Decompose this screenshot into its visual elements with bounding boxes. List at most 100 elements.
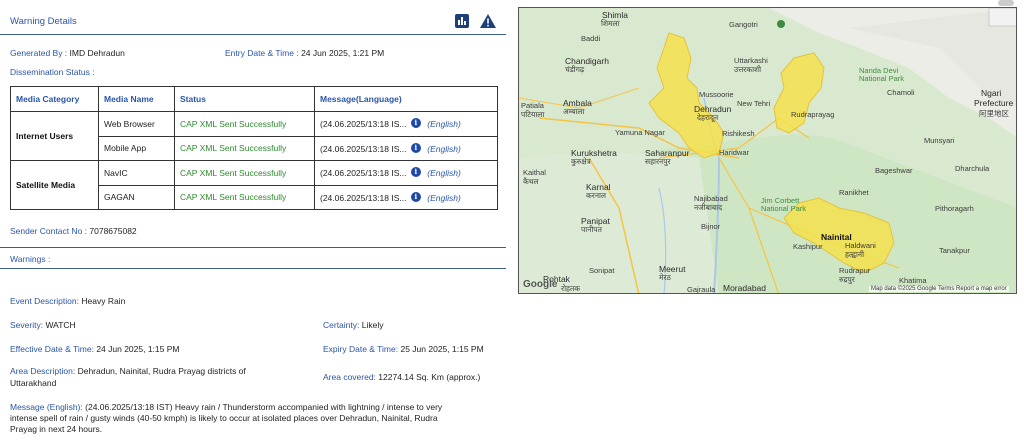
map-label-karnal-hi: करनाल: [586, 191, 607, 200]
area-value: Dehradun, Nainital, Rudra Prayag distric…: [77, 366, 246, 376]
severity-value: WATCH: [45, 320, 76, 330]
map-label-rudrapur-hi: रुद्रपुर: [839, 275, 855, 284]
area-label: Area Description:: [10, 366, 76, 376]
message-text: (24.06.2025/13:18 IS...: [320, 192, 407, 203]
map-label-saharanpur-hi: सहारनपुर: [645, 157, 671, 166]
map-label-ngari: Ngari: [981, 88, 1002, 98]
area-description: Area Description: Dehradun, Nainital, Ru…: [10, 366, 246, 376]
map-label-chamoli: Chamoli: [887, 88, 915, 97]
status-text: CAP XML Sent Successfully: [174, 184, 315, 210]
map-label-gangotri: Gangotri: [729, 20, 758, 29]
map-label-dehradun-hi: देहरादून: [697, 113, 719, 122]
effective-label: Effective Date & Time:: [10, 344, 94, 354]
map-label-baddi: Baddi: [581, 34, 601, 43]
map-label-dharchula: Dharchula: [955, 164, 990, 173]
media-name: GAGAN: [98, 184, 175, 210]
warning-details-panel: Warning Details Generated By : IMD Dehra…: [0, 0, 506, 445]
effective-date: Effective Date & Time: 24 Jun 2025, 1:15…: [10, 344, 179, 354]
map-label-patiala-hi: पटियाला: [521, 110, 545, 119]
status-text: CAP XML Sent Successfully: [174, 160, 315, 186]
message-text: (24.06.2025/13:18 IS...: [320, 119, 407, 130]
window-control[interactable]: [998, 0, 1014, 6]
divider: [0, 247, 506, 248]
dissemination-status-label: Dissemination Status :: [10, 67, 95, 77]
message-cell: (24.06.2025/13:18 IS... i (English): [314, 184, 498, 210]
entry-date: Entry Date & Time : 24 Jun 2025, 1:21 PM: [225, 48, 384, 58]
map-label-haldwani-hi: हल्द्वानी: [845, 250, 865, 259]
warning-map[interactable]: Shimla शिमला Gangotri Baddi Chandigarh च…: [518, 7, 1017, 294]
map-label-meerut-hi: मेरठ: [659, 273, 671, 282]
message-label: Message (English):: [10, 402, 83, 412]
language-link[interactable]: (English): [427, 144, 461, 154]
info-icon[interactable]: i: [410, 118, 421, 129]
info-icon[interactable]: i: [410, 191, 421, 202]
media-name: NavIC: [98, 160, 175, 186]
map-label-yamuna-nagar: Yamuna Nagar: [615, 128, 665, 137]
info-icon[interactable]: i: [410, 167, 421, 178]
certainty: Certainty: Likely: [323, 320, 383, 330]
header-status: Status: [174, 86, 315, 112]
bar-chart-icon[interactable]: [455, 14, 469, 28]
map-label-prefecture-cn: 阿里地区: [979, 109, 1009, 118]
entry-date-label: Entry Date & Time :: [225, 48, 299, 58]
table-header-row: Media Category Media Name Status Message…: [10, 86, 498, 112]
sender-contact: Sender Contact No : 7078675082: [10, 226, 137, 236]
category-satellite-media: Satellite Media: [10, 160, 99, 210]
map-label-mussoorie: Mussoorie: [699, 90, 734, 99]
event-description: Event Description: Heavy Rain: [10, 296, 125, 306]
expiry-date: Expiry Date & Time: 25 Jun 2025, 1:15 PM: [323, 344, 484, 354]
sender-contact-value: 7078675082: [89, 226, 137, 236]
severity-label: Severity:: [10, 320, 44, 330]
map-label-bijnor: Bijnor: [701, 222, 721, 231]
map-label-rohtak-hi: रोहतक: [561, 284, 581, 293]
warning-triangle-icon[interactable]: [479, 13, 497, 29]
map-label-ambala-hi: अम्बाला: [563, 107, 585, 116]
map-label-prefecture: Prefecture: [974, 98, 1014, 108]
status-text: CAP XML Sent Successfully: [174, 111, 315, 137]
message-cell: (24.06.2025/13:18 IS... i (English): [314, 111, 498, 137]
status-text: CAP XML Sent Successfully: [174, 135, 315, 161]
certainty-value: Likely: [361, 320, 384, 330]
expiry-value: 25 Jun 2025, 1:15 PM: [400, 344, 484, 354]
generated-by-label: Generated By :: [10, 48, 68, 58]
divider: [0, 268, 506, 269]
map-label-rudraprayag: Rudraprayag: [791, 110, 835, 119]
category-internet-users: Internet Users: [10, 111, 99, 161]
map-label-patiala: Patiala: [521, 101, 544, 110]
message-cell: (24.06.2025/13:18 IS... i (English): [314, 160, 498, 186]
map-label-munsyari: Munsyari: [924, 136, 955, 145]
map-label-bageshwar: Bageshwar: [875, 166, 913, 175]
table-row: Internet Users Web Browser CAP XML Sent …: [10, 111, 498, 161]
map-label-nanda-devi-park: National Park: [859, 74, 905, 83]
map-label-chandigarh-hi: चंडीगढ़: [565, 65, 585, 74]
message-line-2: intense spell of rain / gusty winds (40-…: [10, 413, 438, 423]
media-status-table: Media Category Media Name Status Message…: [10, 86, 498, 210]
map-label-haridwar: Haridwar: [719, 148, 750, 157]
map-label-uttarkashi-hi: उत्तरकाशी: [734, 65, 762, 74]
map-label-kashipur: Kashipur: [793, 242, 823, 251]
map-label-jim-corbett-park: National Park: [761, 204, 807, 213]
header-message-language: Message(Language): [314, 86, 498, 112]
map-label-najibabad: Najibabad: [694, 194, 728, 203]
entry-date-value: 24 Jun 2025, 1:21 PM: [301, 48, 385, 58]
message-text: (24.06.2025/13:18 IS...: [320, 143, 407, 154]
certainty-label: Certainty:: [323, 320, 360, 330]
covered-value: 12274.14 Sq. Km (approx.): [378, 372, 481, 382]
info-icon[interactable]: i: [410, 142, 421, 153]
language-link[interactable]: (English): [427, 168, 461, 178]
map-label-haldwani: Haldwani: [845, 241, 876, 250]
language-link[interactable]: (English): [427, 119, 461, 129]
generated-by: Generated By : IMD Dehradun: [10, 48, 125, 58]
map-label-rudrapur: Rudrapur: [839, 266, 871, 275]
event-label: Event Description:: [10, 296, 79, 306]
map-label-najibabad-hi: नजीबाबाद: [694, 203, 723, 212]
panel-title: Warning Details: [10, 16, 77, 27]
map-label-kaithal-hi: कैथल: [523, 177, 539, 186]
google-logo: Google: [523, 279, 558, 290]
language-link[interactable]: (English): [427, 193, 461, 203]
header-media-category: Media Category: [10, 86, 99, 112]
map-label-panipat-hi: पानीपत: [581, 225, 602, 234]
media-name: Web Browser: [98, 111, 175, 137]
message-cell: (24.06.2025/13:18 IS... i (English): [314, 135, 498, 161]
map-attribution[interactable]: Map data ©2025 Google Terms Report a map…: [869, 286, 1009, 292]
